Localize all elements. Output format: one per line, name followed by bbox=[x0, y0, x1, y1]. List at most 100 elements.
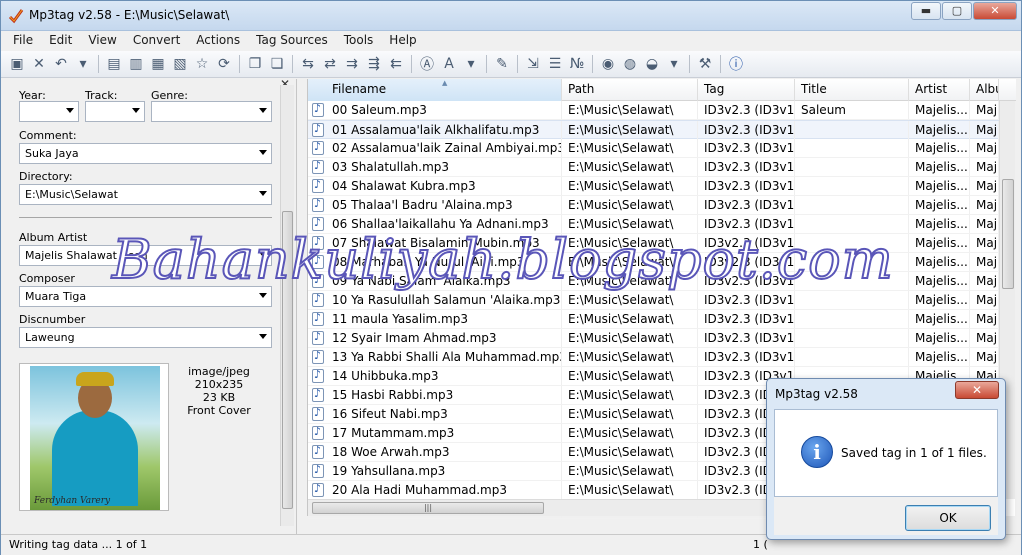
numbering-icon[interactable]: № bbox=[567, 54, 587, 74]
table-cell: Maj bbox=[970, 234, 999, 252]
year-field[interactable] bbox=[19, 101, 79, 122]
menu-help[interactable]: Help bbox=[381, 31, 424, 51]
table-row[interactable]: 00 Saleum.mp3E:\Music\Selawat\ID3v2.3 (I… bbox=[308, 101, 999, 120]
table-cell: E:\Music\Selawat\ bbox=[562, 272, 698, 290]
table-row[interactable]: 08 Marhaban Ya Nurul 'Aini.mp3E:\Music\S… bbox=[308, 253, 999, 272]
discnumber-field[interactable]: Laweung bbox=[19, 327, 272, 348]
column-artist[interactable]: Artist bbox=[909, 79, 970, 101]
disc-icon[interactable]: ◉ bbox=[598, 54, 618, 74]
table-cell: Majelis... bbox=[909, 348, 970, 366]
case-convert-icon[interactable]: Ⓐ bbox=[417, 54, 437, 74]
list-vscroll-thumb[interactable] bbox=[1002, 179, 1014, 289]
table-cell: E:\Music\Selawat\ bbox=[562, 462, 698, 480]
table-cell: 00 Saleum.mp3 bbox=[308, 101, 562, 119]
table-row[interactable]: 06 Shallaa'laikallahu Ya Adnani.mp3E:\Mu… bbox=[308, 215, 999, 234]
table-row[interactable]: 05 Thalaa'l Badru 'Alaina.mp3E:\Music\Se… bbox=[308, 196, 999, 215]
menu-tag-sources[interactable]: Tag Sources bbox=[248, 31, 336, 51]
menu-edit[interactable]: Edit bbox=[41, 31, 80, 51]
star-icon[interactable]: ☆ bbox=[192, 54, 212, 74]
tag-to-tag-icon[interactable]: ⇶ bbox=[364, 54, 384, 74]
open-folder-icon[interactable]: ▤ bbox=[104, 54, 124, 74]
list-hscroll-thumb[interactable]: ||| bbox=[312, 502, 544, 514]
column-title[interactable]: Title bbox=[795, 79, 909, 101]
refresh-icon[interactable]: ⟳ bbox=[214, 54, 234, 74]
sort-ascending-icon: ▲ bbox=[442, 79, 448, 87]
cover-icon[interactable]: ◒ bbox=[642, 54, 662, 74]
web-source-icon[interactable]: ◍ bbox=[620, 54, 640, 74]
menu-view[interactable]: View bbox=[80, 31, 124, 51]
column-album[interactable]: Albu bbox=[970, 79, 999, 101]
table-row[interactable]: 12 Syair Imam Ahmad.mp3E:\Music\Selawat\… bbox=[308, 329, 999, 348]
comment-field[interactable]: Suka Jaya bbox=[19, 143, 272, 164]
table-row[interactable]: 01 Assalamua'laik Alkhalifatu.mp3E:\Musi… bbox=[308, 120, 999, 139]
help-icon[interactable]: ⓘ bbox=[726, 54, 746, 74]
menu-file[interactable]: File bbox=[5, 31, 41, 51]
text-to-tag-icon[interactable]: ⇉ bbox=[342, 54, 362, 74]
table-row[interactable]: 02 Assalamua'laik Zainal Ambiyai.mp3E:\M… bbox=[308, 139, 999, 158]
maximize-button[interactable]: ▢ bbox=[942, 2, 972, 20]
dropdown-icon[interactable]: ▾ bbox=[664, 54, 684, 74]
table-cell bbox=[795, 139, 909, 157]
cover-art[interactable]: Ferdyhan Varery bbox=[19, 363, 169, 511]
tag-to-filename-icon[interactable]: ⇆ bbox=[298, 54, 318, 74]
remove-icon[interactable]: ✕ bbox=[29, 54, 49, 74]
filename-to-tag-icon[interactable]: ⇄ bbox=[320, 54, 340, 74]
directory-label: Directory: bbox=[19, 170, 73, 183]
track-field[interactable] bbox=[85, 101, 145, 122]
copy-tag-icon[interactable]: ❐ bbox=[245, 54, 265, 74]
column-path[interactable]: Path bbox=[562, 79, 698, 101]
panel-scrollbar[interactable] bbox=[280, 85, 294, 526]
edit-icon[interactable]: ✎ bbox=[492, 54, 512, 74]
tag-to-text-icon[interactable]: ⇇ bbox=[386, 54, 406, 74]
close-button[interactable]: ✕ bbox=[973, 2, 1017, 20]
table-row[interactable]: 04 Shalawat Kubra.mp3E:\Music\Selawat\ID… bbox=[308, 177, 999, 196]
table-cell: Maj bbox=[970, 139, 999, 157]
column-header: Filename ▲ Path Tag Title Artist Albu bbox=[308, 79, 1016, 101]
favorites-folder-icon[interactable]: ▧ bbox=[170, 54, 190, 74]
directory-field[interactable]: E:\Music\Selawat bbox=[19, 184, 272, 205]
undo-icon[interactable]: ↶ bbox=[51, 54, 71, 74]
panel-scroll-thumb[interactable] bbox=[282, 211, 293, 509]
table-cell: Majelis... bbox=[909, 158, 970, 176]
table-row[interactable]: 13 Ya Rabbi Shalli Ala Muhammad.mp3E:\Mu… bbox=[308, 348, 999, 367]
table-cell: 16 Sifeut Nabi.mp3 bbox=[308, 405, 562, 423]
table-row[interactable]: 03 Shalatullah.mp3E:\Music\Selawat\ID3v2… bbox=[308, 158, 999, 177]
table-cell: 10 Ya Rasulullah Salamun 'Alaika.mp3 bbox=[308, 291, 562, 309]
playlist-icon[interactable]: ☰ bbox=[545, 54, 565, 74]
table-row[interactable]: 11 maula Yasalim.mp3E:\Music\Selawat\ID3… bbox=[308, 310, 999, 329]
export-icon[interactable]: ⇲ bbox=[523, 54, 543, 74]
dropdown-icon[interactable]: ▾ bbox=[461, 54, 481, 74]
table-cell: E:\Music\Selawat\ bbox=[562, 310, 698, 328]
table-cell: Majelis... bbox=[909, 139, 970, 157]
dialog-close-button[interactable]: ✕ bbox=[955, 381, 999, 399]
folder-icon[interactable]: ▦ bbox=[148, 54, 168, 74]
options-icon[interactable]: ⚒ bbox=[695, 54, 715, 74]
composer-field[interactable]: Muara Tiga bbox=[19, 286, 272, 307]
table-row[interactable]: 07 Shalawat Bisalamin Mubin.mp3E:\Music\… bbox=[308, 234, 999, 253]
table-row[interactable]: 09 Ya Nabi Salam 'Alaika.mp3E:\Music\Sel… bbox=[308, 272, 999, 291]
minimize-button[interactable]: ▬ bbox=[911, 2, 941, 20]
column-tag[interactable]: Tag bbox=[698, 79, 795, 101]
table-cell: E:\Music\Selawat\ bbox=[562, 215, 698, 233]
table-cell: ID3v2.3 (ID3v1... bbox=[698, 121, 795, 139]
table-cell: 07 Shalawat Bisalamin Mubin.mp3 bbox=[308, 234, 562, 252]
column-filename[interactable]: Filename bbox=[308, 79, 562, 101]
menu-convert[interactable]: Convert bbox=[125, 31, 188, 51]
add-folder-icon[interactable]: ▥ bbox=[126, 54, 146, 74]
genre-field[interactable] bbox=[151, 101, 272, 122]
table-row[interactable]: 10 Ya Rasulullah Salamun 'Alaika.mp3E:\M… bbox=[308, 291, 999, 310]
album-artist-field[interactable]: Majelis Shalawat Aceh bbox=[19, 245, 272, 266]
table-cell: ID3v2.3 (ID3v1... bbox=[698, 348, 795, 366]
menu-actions[interactable]: Actions bbox=[188, 31, 248, 51]
dropdown-icon[interactable]: ▾ bbox=[73, 54, 93, 74]
menu-tools[interactable]: Tools bbox=[336, 31, 382, 51]
table-cell: Majelis... bbox=[909, 253, 970, 271]
table-cell: ID3v2.3 (ID3v1... bbox=[698, 215, 795, 233]
ok-button[interactable]: OK bbox=[905, 505, 991, 531]
table-cell: Majelis... bbox=[909, 121, 970, 139]
table-cell: E:\Music\Selawat\ bbox=[562, 405, 698, 423]
font-icon[interactable]: A bbox=[439, 54, 459, 74]
save-icon[interactable]: ▣ bbox=[7, 54, 27, 74]
paste-tag-icon[interactable]: ❏ bbox=[267, 54, 287, 74]
table-cell bbox=[795, 177, 909, 195]
